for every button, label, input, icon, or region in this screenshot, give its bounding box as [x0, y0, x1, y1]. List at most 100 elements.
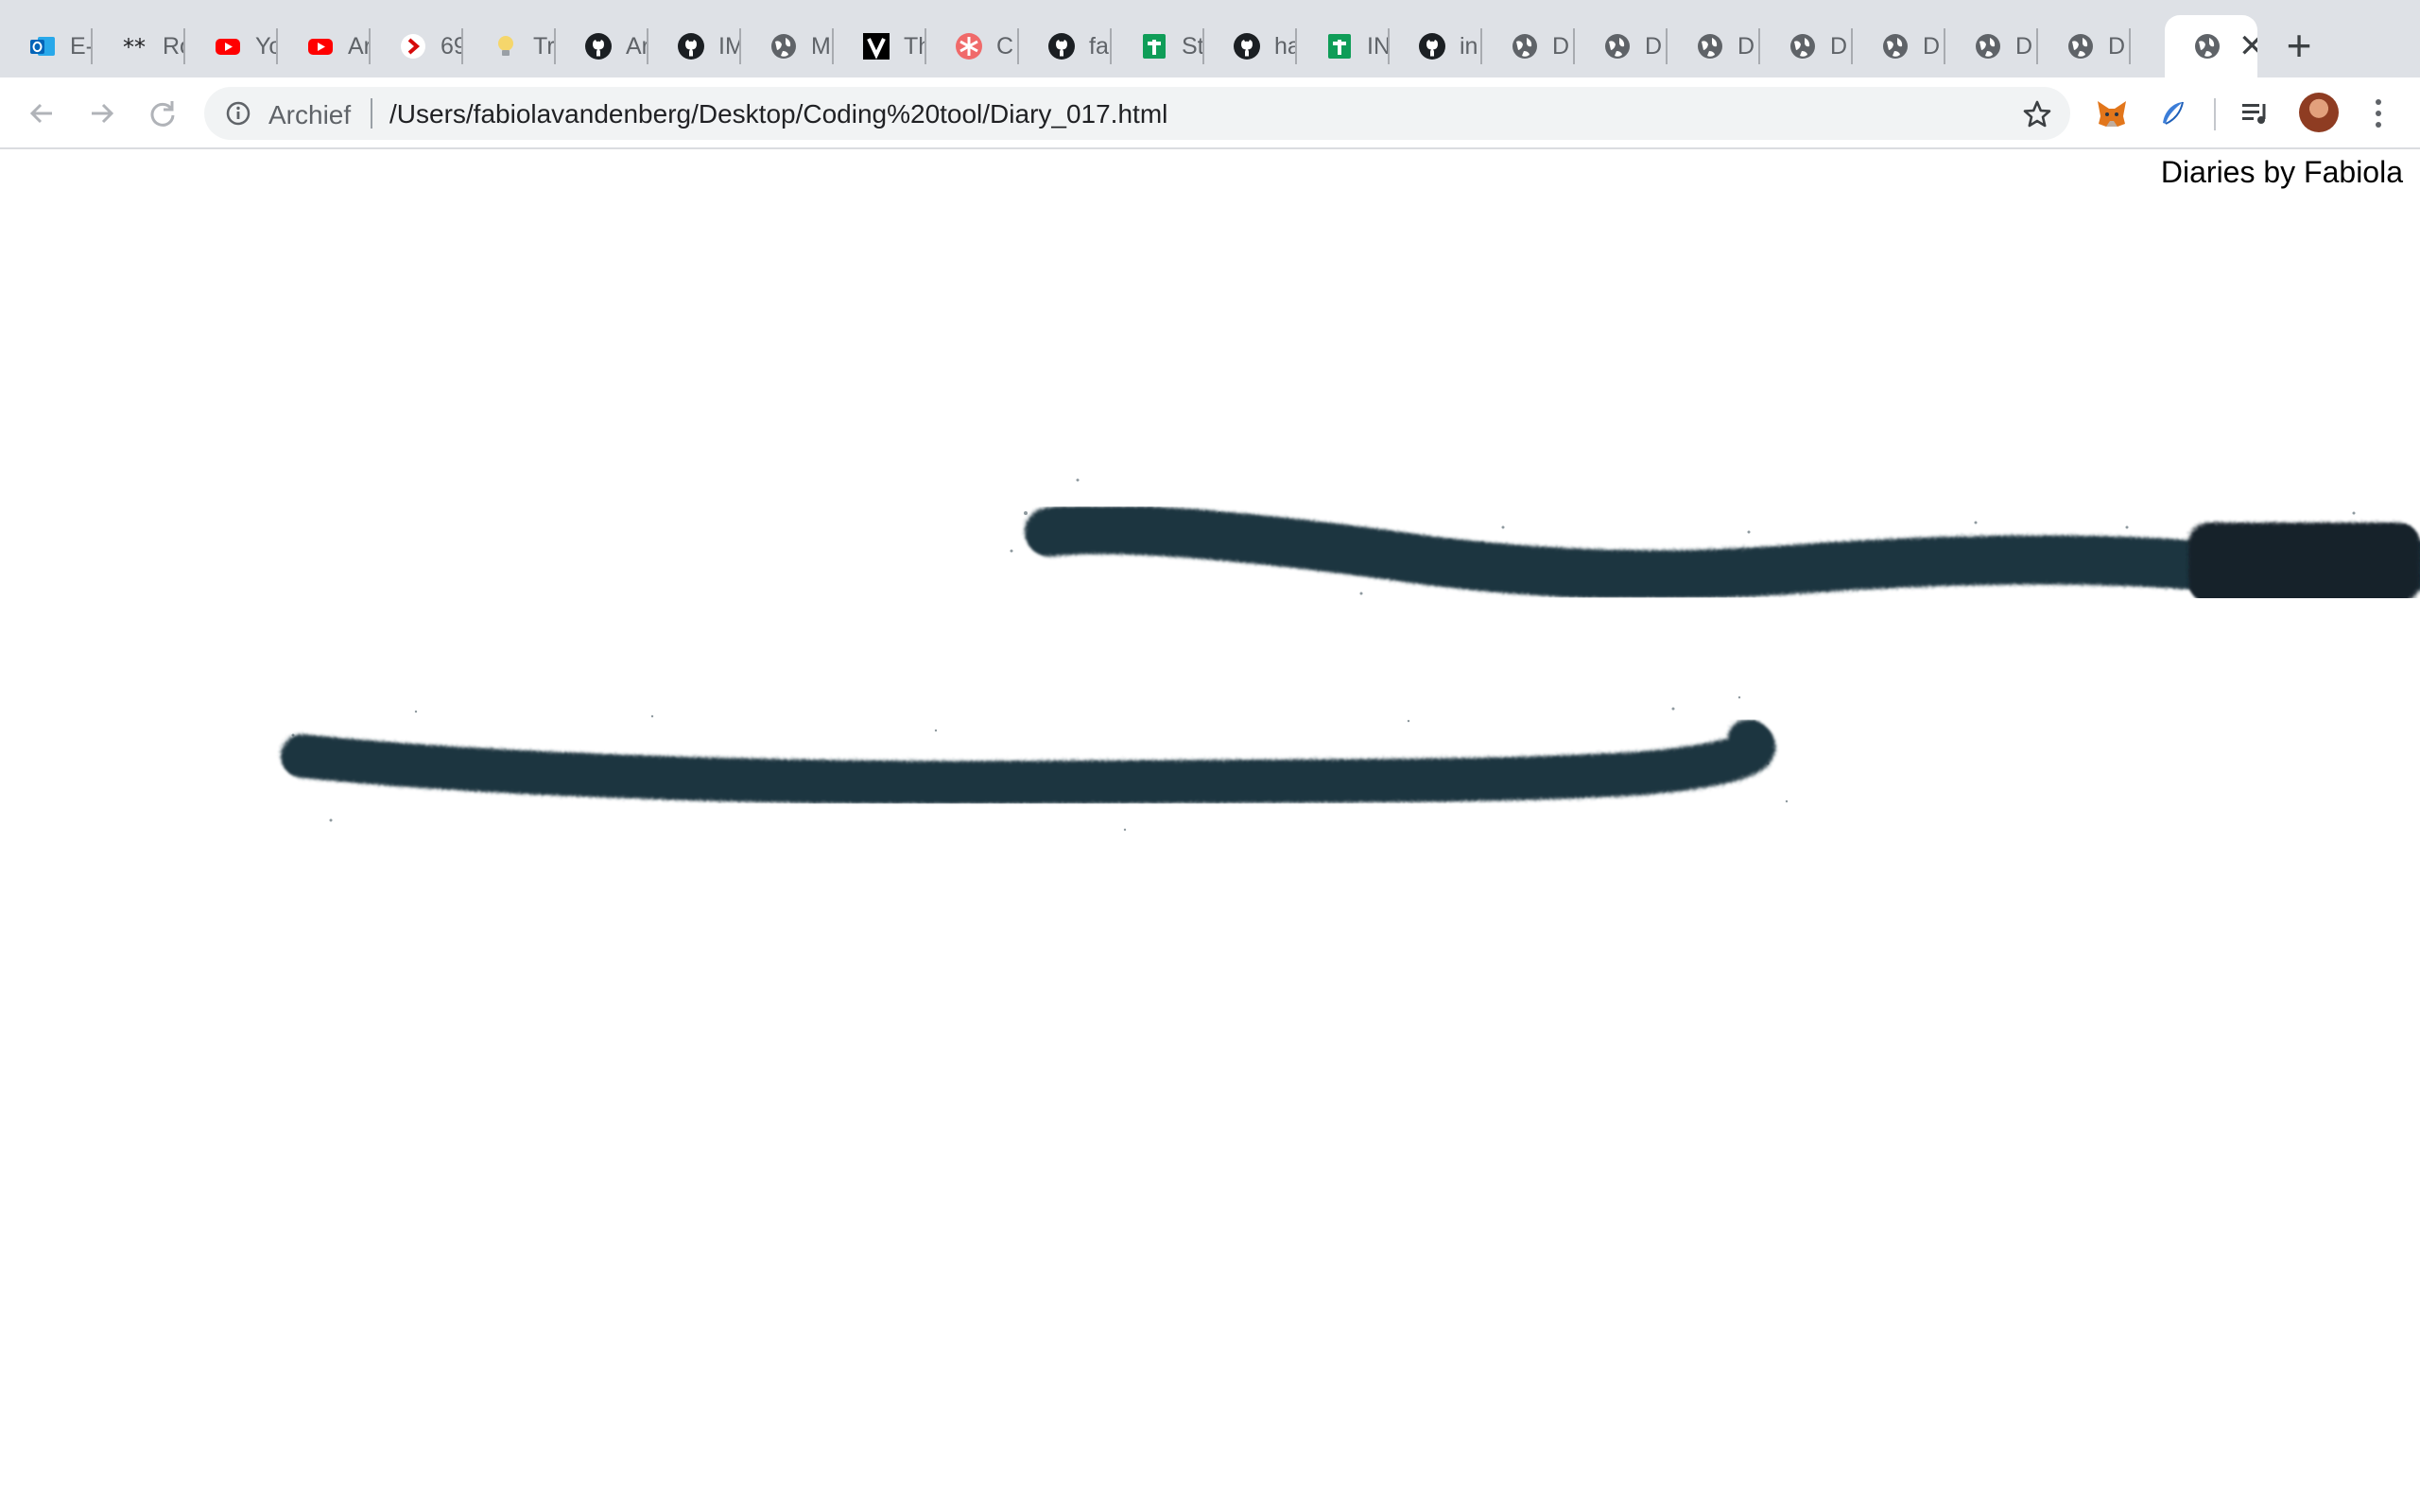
browser-tab[interactable]: D: [1575, 15, 1668, 77]
back-button[interactable]: [23, 94, 60, 132]
tab-title: in: [1460, 32, 1478, 60]
browser-tab[interactable]: 69: [371, 15, 463, 77]
browser-tab[interactable]: D: [1853, 15, 1945, 77]
spray-stroke-image-bottom: [281, 696, 1789, 832]
browser-tab[interactable]: in: [1390, 15, 1482, 77]
address-divider: [371, 98, 372, 129]
browser-tab[interactable]: Ar: [278, 15, 371, 77]
github-icon: [1418, 32, 1446, 60]
active-tab[interactable]: ✕: [2165, 15, 2257, 77]
tab-title: Ro: [163, 32, 185, 60]
browser-toolbar: Archief /Users/fabiolavandenberg/Desktop…: [0, 77, 2420, 149]
globe-icon: [1696, 32, 1724, 60]
tab-title: D: [2015, 32, 2033, 60]
browser-menu-icon[interactable]: [2365, 94, 2392, 132]
address-bar[interactable]: Archief /Users/fabiolavandenberg/Desktop…: [204, 87, 2070, 140]
chevron-red-icon: [399, 32, 427, 60]
browser-tab[interactable]: D: [1945, 15, 2038, 77]
github-icon: [1047, 32, 1076, 60]
asterisk-orange-icon: [955, 32, 983, 60]
browser-tab[interactable]: D: [1668, 15, 1760, 77]
tab-title: D: [2108, 32, 2126, 60]
stroke-path-bottom: [281, 719, 1776, 805]
browser-tab[interactable]: St: [1112, 15, 1204, 77]
info-icon[interactable]: [225, 100, 251, 127]
youtube-icon: [306, 32, 335, 60]
browser-tab[interactable]: C: [926, 15, 1019, 77]
globe-icon: [1881, 32, 1910, 60]
url-text[interactable]: /Users/fabiolavandenberg/Desktop/Coding%…: [389, 99, 1167, 129]
tab-title: Tr: [533, 32, 555, 60]
browser-tab[interactable]: E-: [0, 15, 93, 77]
stroke-blob-top: [2188, 523, 2420, 598]
tab-title: D: [1552, 32, 1570, 60]
browser-tab[interactable]: D: [1760, 15, 1853, 77]
browser-tab[interactable]: Tr: [463, 15, 556, 77]
tab-title: St: [1182, 32, 1204, 60]
sheets-icon: [1325, 32, 1354, 60]
browser-tab[interactable]: ha: [1204, 15, 1297, 77]
feather-extension-icon[interactable]: [2153, 94, 2191, 132]
globe-icon: [2193, 32, 2221, 60]
tab-strip: E-**RoYoAr69TrArIMMThCfaSthaINinDDDDDDD …: [0, 0, 2420, 77]
toolbar-separator: [2214, 98, 2216, 130]
tab-title: D: [1645, 32, 1663, 60]
page-title: Diaries by Fabiola: [2160, 155, 2403, 189]
browser-tab[interactable]: IM: [648, 15, 741, 77]
tab-title: Ar: [348, 32, 371, 60]
browser-tab[interactable]: Th: [834, 15, 926, 77]
tab-title: Ar: [626, 32, 648, 60]
tab-title: M: [811, 32, 831, 60]
globe-icon: [769, 32, 798, 60]
reload-icon: [150, 101, 175, 127]
globe-icon: [1789, 32, 1817, 60]
bookmark-star-icon[interactable]: [2021, 98, 2053, 130]
tab-title: Yo: [255, 32, 278, 60]
globe-icon: [1603, 32, 1632, 60]
forward-button[interactable]: [83, 94, 121, 132]
browser-tab[interactable]: fa: [1019, 15, 1112, 77]
reload-button[interactable]: [144, 94, 182, 132]
globe-icon: [1511, 32, 1539, 60]
github-icon: [677, 32, 705, 60]
lightbulb-icon: [492, 32, 520, 60]
outlook-icon: [28, 32, 57, 60]
globe-icon: [1974, 32, 2002, 60]
tab-title: ha: [1274, 32, 1297, 60]
back-arrow-icon: [29, 103, 52, 124]
security-label[interactable]: Archief: [268, 100, 351, 130]
browser-tab[interactable]: Yo: [185, 15, 278, 77]
globe-icon: [2066, 32, 2095, 60]
tab-title: E-: [70, 32, 93, 60]
v-logo-icon: [862, 32, 890, 60]
tab-title: Th: [904, 32, 926, 60]
browser-tab[interactable]: IN: [1297, 15, 1390, 77]
tab-title: IN: [1367, 32, 1390, 60]
media-queue-icon[interactable]: [2237, 94, 2274, 132]
youtube-icon: [214, 32, 242, 60]
forward-arrow-icon: [92, 103, 114, 124]
browser-tab[interactable]: ** Ro: [93, 15, 185, 77]
browser-tab[interactable]: D: [2038, 15, 2131, 77]
new-tab-button[interactable]: +: [2280, 24, 2318, 67]
metamask-fox-icon[interactable]: [2093, 94, 2131, 132]
github-icon: [1233, 32, 1261, 60]
github-icon: [584, 32, 613, 60]
tab-title: 69: [441, 32, 463, 60]
profile-avatar[interactable]: [2299, 93, 2339, 132]
browser-tab[interactable]: M: [741, 15, 834, 77]
tab-title: IM: [718, 32, 741, 60]
svg-text:**: **: [123, 34, 146, 60]
spray-stroke-image-top: [1010, 478, 2420, 598]
asterisks-icon: **: [121, 32, 149, 60]
browser-tab[interactable]: D: [1482, 15, 1575, 77]
tab-title: fa: [1089, 32, 1109, 60]
tab-title: D: [1830, 32, 1848, 60]
page-viewport: Diaries by Fabiola: [0, 149, 2420, 1512]
browser-tab[interactable]: Ar: [556, 15, 648, 77]
tab-title: D: [1923, 32, 1941, 60]
tab-title: D: [1737, 32, 1755, 60]
sheets-icon: [1140, 32, 1168, 60]
close-tab-icon[interactable]: ✕: [2238, 30, 2257, 62]
tab-title: C: [996, 32, 1014, 60]
